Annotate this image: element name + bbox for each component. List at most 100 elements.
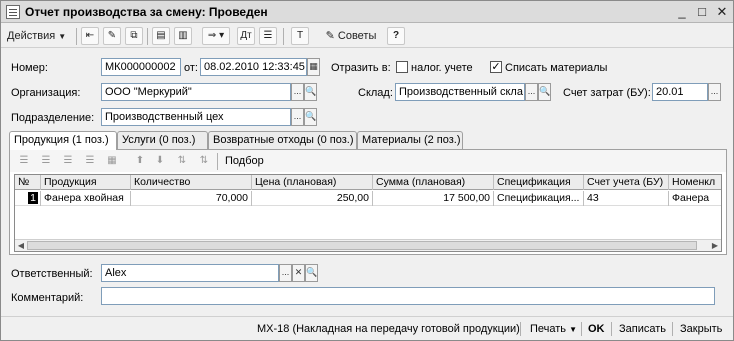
column-header-account[interactable]: Счет учета (БУ)	[584, 175, 669, 190]
toolbar-separator	[217, 153, 218, 170]
responsible-clear-icon[interactable]: ✕	[292, 264, 305, 282]
toolbar: Действия ▼ ⇤ ✎ ⧉ ▤ ▥ ⇒ ▾ Дт ☰ T ✎ Советы…	[1, 24, 733, 48]
horizontal-scrollbar[interactable]: ◀ ▶	[15, 239, 721, 251]
comment-label: Комментарий:	[11, 292, 84, 304]
ok-button[interactable]: OK	[588, 321, 605, 337]
table-row[interactable]: 1 Фанера хвойная 70,000 250,00 17 500,00…	[15, 191, 721, 206]
department-label: Подразделение:	[11, 112, 95, 124]
edit-row-icon[interactable]: ☰	[60, 153, 76, 169]
warehouse-label: Склад:	[358, 87, 393, 99]
responsible-open-icon[interactable]: 🔍	[305, 264, 318, 282]
column-header-number[interactable]: №	[15, 175, 41, 190]
close-button[interactable]: Закрыть	[680, 321, 722, 337]
column-header-product[interactable]: Продукция	[41, 175, 131, 190]
tips-icon: ✎	[325, 30, 335, 42]
tips-button[interactable]: ✎ Советы	[321, 27, 381, 45]
column-header-quantity[interactable]: Количество	[131, 175, 252, 190]
copy-icon[interactable]: ⧉	[125, 27, 143, 45]
toolbar-separator	[76, 28, 77, 45]
cell-account[interactable]: 43	[584, 191, 669, 206]
number-field[interactable]: МК000000002	[101, 58, 181, 76]
post-icon[interactable]: ▤	[152, 27, 170, 45]
move-down-icon[interactable]: ⬇	[152, 153, 168, 169]
bar-separator	[581, 322, 582, 336]
cell-nomenclature[interactable]: Фанера	[669, 191, 721, 206]
tab-returnable-waste[interactable]: Возвратные отходы (0 поз.)	[208, 131, 357, 149]
calendar-icon[interactable]: ▦	[307, 58, 320, 76]
scroll-right-icon[interactable]: ▶	[709, 240, 721, 251]
end-edit-icon[interactable]: ▦	[104, 153, 120, 169]
tab-services[interactable]: Услуги (0 поз.)	[117, 131, 208, 149]
scrollbar-thumb[interactable]	[27, 241, 697, 250]
toolbar-separator	[147, 28, 148, 45]
print-menu[interactable]: Печать ▼	[530, 321, 577, 337]
delete-row-icon[interactable]: ☰	[82, 153, 98, 169]
tab-materials[interactable]: Материалы (2 поз.)	[357, 131, 463, 149]
column-header-planned-price[interactable]: Цена (плановая)	[252, 175, 373, 190]
bar-separator	[520, 322, 521, 336]
dropdown-arrow-icon: ▼	[569, 325, 578, 334]
organization-field[interactable]: ООО "Меркурий"	[101, 83, 291, 101]
document-icon	[6, 5, 20, 19]
window-title: Отчет производства за смену: Проведен	[25, 5, 268, 19]
structure-icon[interactable]: ☰	[259, 27, 277, 45]
actions-menu[interactable]: Действия ▼	[7, 27, 73, 45]
debit-credit-icon[interactable]: Дт	[237, 27, 255, 45]
action-bar: МХ-18 (Накладная на передачу готовой про…	[1, 316, 733, 340]
close-window-button[interactable]: ✕	[713, 4, 731, 20]
cell-planned-sum[interactable]: 17 500,00	[373, 191, 494, 206]
document-window: Отчет производства за смену: Проведен _ …	[0, 0, 734, 341]
column-header-nomenclature[interactable]: Номенкл	[669, 175, 721, 190]
mx18-print-button[interactable]: МХ-18 (Накладная на передачу готовой про…	[257, 321, 520, 337]
dept-select-button[interactable]: ...	[291, 108, 304, 126]
column-header-planned-sum[interactable]: Сумма (плановая)	[373, 175, 494, 190]
save-button[interactable]: Записать	[619, 321, 666, 337]
sort-desc-icon[interactable]: ⇅	[196, 153, 212, 169]
org-open-icon[interactable]: 🔍	[304, 83, 317, 101]
minimize-button[interactable]: _	[673, 4, 691, 20]
responsible-field[interactable]: Alex	[101, 264, 279, 282]
help-button[interactable]: ?	[387, 27, 405, 45]
toolbar-separator	[283, 28, 284, 45]
tax-accounting-checkbox[interactable]	[396, 61, 408, 73]
responsible-select-button[interactable]: ...	[279, 264, 292, 282]
selection-button[interactable]: Подбор	[225, 154, 264, 168]
cost-account-field[interactable]: 20.01	[652, 83, 708, 101]
unpost-icon[interactable]: ▥	[174, 27, 192, 45]
maximize-button[interactable]: □	[693, 4, 711, 20]
copy-row-icon[interactable]: ☰	[38, 153, 54, 169]
table-header: № Продукция Количество Цена (плановая) С…	[15, 175, 721, 190]
add-row-icon[interactable]: ☰	[16, 153, 32, 169]
create-based-on-icon[interactable]: ⇒ ▾	[202, 27, 230, 45]
cell-number[interactable]: 1	[15, 191, 41, 206]
date-from-label: от:	[184, 62, 198, 74]
warehouse-open-icon[interactable]: 🔍	[538, 83, 551, 101]
cell-specification[interactable]: Спецификация...	[494, 191, 584, 206]
warehouse-select-button[interactable]: ...	[525, 83, 538, 101]
write-off-materials-label: Списать материалы	[505, 62, 608, 74]
account-select-button[interactable]: ...	[708, 83, 721, 101]
bar-separator	[672, 322, 673, 336]
tips-label: Советы	[337, 30, 377, 42]
products-table[interactable]: № Продукция Количество Цена (плановая) С…	[14, 174, 722, 252]
tab-products[interactable]: Продукция (1 поз.)	[9, 131, 117, 150]
text-format-icon[interactable]: T	[291, 27, 309, 45]
add-icon[interactable]: ⇤	[81, 27, 99, 45]
row-number: 1	[28, 192, 38, 204]
date-field[interactable]: 08.02.2010 12:33:45	[200, 58, 307, 76]
org-select-button[interactable]: ...	[291, 83, 304, 101]
cell-quantity[interactable]: 70,000	[131, 191, 252, 206]
cell-planned-price[interactable]: 250,00	[252, 191, 373, 206]
move-up-icon[interactable]: ⬆	[132, 153, 148, 169]
dept-open-icon[interactable]: 🔍	[304, 108, 317, 126]
comment-field[interactable]	[101, 287, 715, 305]
edit-icon[interactable]: ✎	[103, 27, 121, 45]
cell-product[interactable]: Фанера хвойная	[41, 191, 131, 206]
column-header-specification[interactable]: Спецификация	[494, 175, 584, 190]
department-field[interactable]: Производственный цех	[101, 108, 291, 126]
scroll-left-icon[interactable]: ◀	[15, 240, 27, 251]
write-off-materials-checkbox[interactable]: ✓	[490, 61, 502, 73]
warehouse-field[interactable]: Производственный скла	[395, 83, 525, 101]
sort-asc-icon[interactable]: ⇅	[174, 153, 190, 169]
reflect-label: Отразить в:	[331, 62, 391, 74]
